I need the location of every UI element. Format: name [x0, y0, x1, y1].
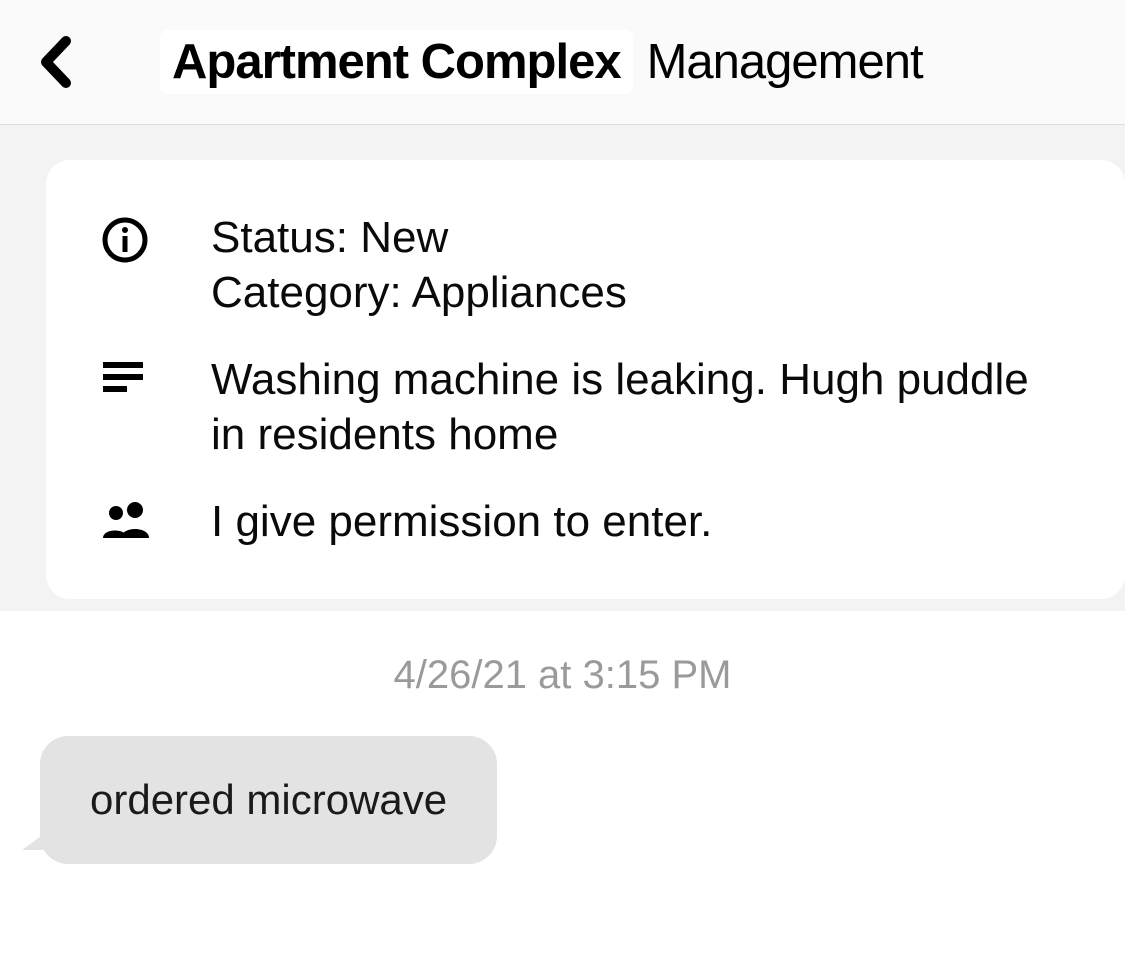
page-title: Apartment Complex Management	[160, 30, 923, 94]
description-row: Washing machine is leaking. Hugh puddle …	[101, 352, 1075, 462]
ticket-card: Status: New Category: Appliances Washing…	[46, 160, 1125, 599]
status-label: Status:	[211, 213, 348, 262]
info-icon	[101, 216, 149, 264]
people-icon	[101, 500, 153, 540]
status-value: New	[360, 213, 448, 262]
category-label: Category:	[211, 268, 402, 317]
text-lines-icon	[101, 358, 145, 398]
title-light-part: Management	[647, 34, 923, 90]
message-row: ordered microwave	[0, 736, 1125, 864]
message-bubble[interactable]: ordered microwave	[40, 736, 497, 864]
category-value: Appliances	[412, 268, 627, 317]
description-text: Washing machine is leaking. Hugh puddle …	[161, 352, 1075, 462]
status-line: Status: New	[211, 210, 1075, 265]
status-row: Status: New Category: Appliances	[101, 210, 1075, 320]
category-line: Category: Appliances	[211, 265, 1075, 320]
title-bold-part: Apartment Complex	[160, 30, 633, 94]
chevron-left-icon	[38, 35, 72, 89]
message-timestamp: 4/26/21 at 3:15 PM	[0, 653, 1125, 698]
ticket-summary-section: Status: New Category: Appliances Washing…	[0, 125, 1125, 611]
permission-row: I give permission to enter.	[101, 494, 1075, 549]
back-button[interactable]	[30, 37, 80, 87]
permission-text: I give permission to enter.	[161, 494, 1075, 549]
header-bar: Apartment Complex Management	[0, 0, 1125, 125]
